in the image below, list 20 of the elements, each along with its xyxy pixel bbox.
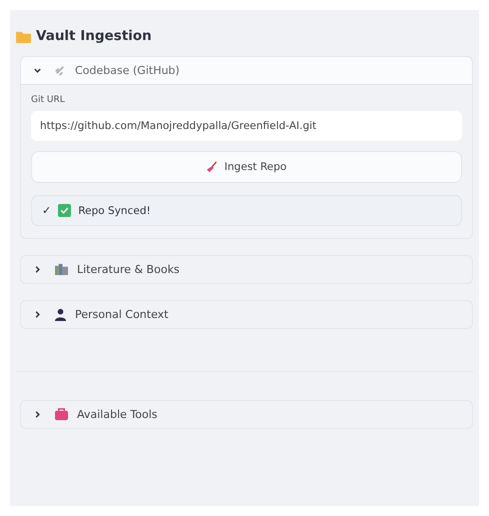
panel-title: Vault Ingestion [36,28,152,44]
toolbox-icon [54,408,69,421]
checkbox-icon [58,204,72,217]
input-field[interactable]: https://github.com/Manojreddypalla/Greenfield-AI.git [31,111,462,141]
expander-header[interactable]: Personal Context [21,301,472,328]
check-mark: ✓ [42,204,52,217]
expander-header[interactable]: Codebase (GitHub) [21,57,472,85]
field-label: Git URL [31,95,66,105]
person-icon [54,308,67,321]
broom-icon [206,161,218,173]
ingest-button[interactable]: Ingest Repo [31,151,462,183]
chevron-right-icon [33,265,42,274]
chevron-right-icon [33,410,42,419]
expander-header[interactable]: Available Tools [21,401,472,428]
status-text: Repo Synced! [78,204,151,216]
chevron-down-icon [33,66,42,75]
books-icon [54,263,69,276]
folder-icon [16,30,31,42]
expander-header[interactable]: Literature & Books [21,256,472,283]
chevron-right-icon [33,310,42,319]
